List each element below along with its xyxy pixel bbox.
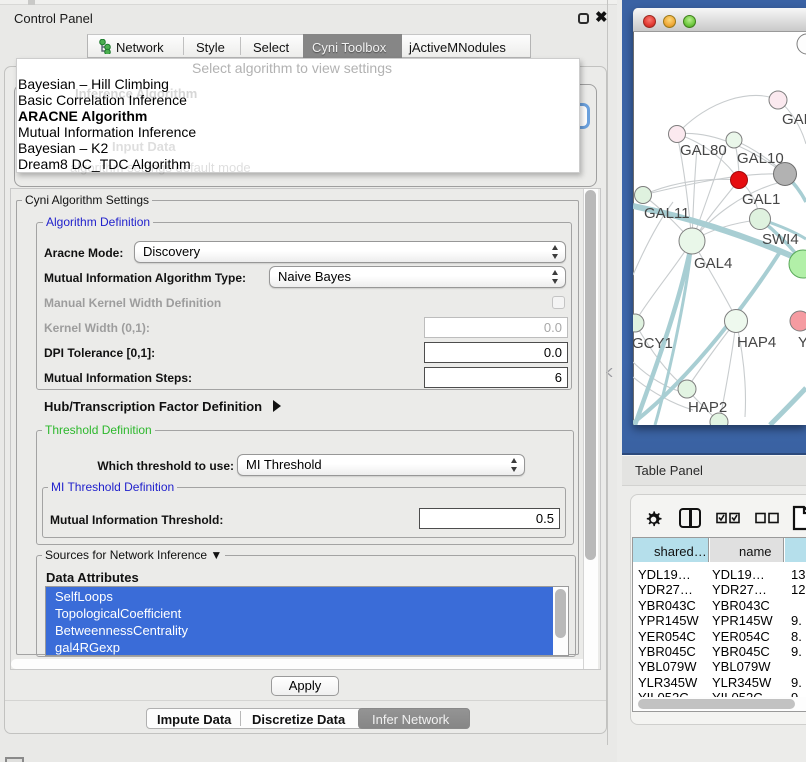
svg-text:SWI4: SWI4 [762,231,799,248]
svg-text:GAL80: GAL80 [680,142,727,159]
svg-text:HAP4: HAP4 [737,334,776,351]
svg-text:GAL1: GAL1 [742,191,780,208]
svg-text:HAP2: HAP2 [688,399,727,416]
svg-text:Y: Y [798,334,806,351]
svg-text:GCY1: GCY1 [633,335,673,352]
svg-text:GAL11: GAL11 [644,205,690,222]
svg-text:GAL: GAL [782,111,806,128]
svg-text:GAL10: GAL10 [737,150,784,167]
svg-text:GAL4: GAL4 [694,255,732,272]
